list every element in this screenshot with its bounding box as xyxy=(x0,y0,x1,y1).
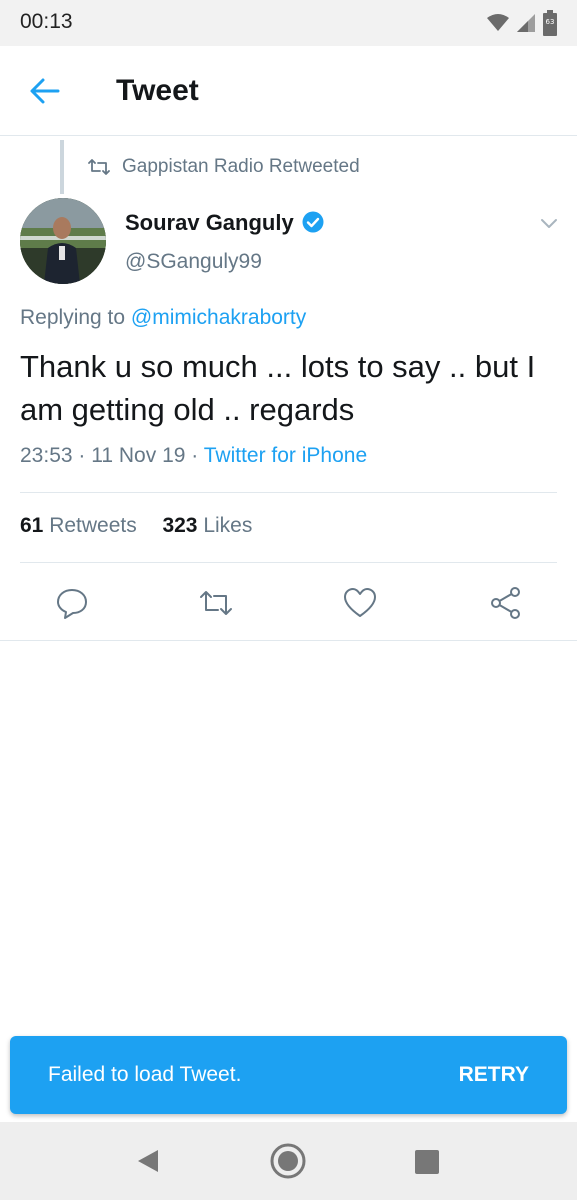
like-count: 323 xyxy=(162,514,198,537)
like-icon xyxy=(344,588,376,617)
share-button[interactable] xyxy=(488,585,524,621)
status-time: 00:13 xyxy=(20,10,73,33)
thread-line xyxy=(60,140,64,194)
like-stat[interactable]: 323 Likes xyxy=(162,514,252,537)
error-snackbar: Failed to load Tweet. RETRY xyxy=(10,1036,567,1114)
tweet-stats: 61 Retweets 323 Likes xyxy=(20,514,252,538)
tweet-date: 11 Nov 19 xyxy=(91,444,186,467)
retry-button[interactable]: RETRY xyxy=(459,1063,529,1087)
back-arrow-icon xyxy=(30,78,60,104)
avatar[interactable] xyxy=(20,198,106,284)
page-title: Tweet xyxy=(116,74,199,107)
reply-button[interactable] xyxy=(54,585,90,621)
author-name[interactable]: Sourav Ganguly xyxy=(125,210,294,236)
tweet-text: Thank u so much ... lots to say .. but I… xyxy=(20,349,536,427)
divider xyxy=(20,562,557,563)
retweet-label: Retweets xyxy=(49,514,137,537)
retweet-icon xyxy=(88,159,110,175)
snackbar-message: Failed to load Tweet. xyxy=(48,1063,242,1086)
app-header: Tweet xyxy=(0,46,577,136)
reply-icon xyxy=(57,589,87,619)
author-handle[interactable]: @SGanguly99 xyxy=(125,250,262,274)
replying-to: Replying to @mimichakraborty xyxy=(20,306,306,330)
replying-to-link[interactable]: @mimichakraborty xyxy=(131,306,306,329)
home-circle-icon xyxy=(270,1143,306,1179)
system-recents-button[interactable] xyxy=(414,1149,440,1180)
retweet-stat[interactable]: 61 Retweets xyxy=(20,514,137,537)
wifi-icon xyxy=(487,14,509,31)
like-label: Likes xyxy=(203,514,253,537)
meta-separator: · xyxy=(78,444,86,467)
avatar-image xyxy=(20,198,106,284)
status-bar: 00:13 63 xyxy=(0,0,577,46)
tweet-source[interactable]: Twitter for iPhone xyxy=(204,444,367,467)
replying-to-prefix: Replying to xyxy=(20,306,126,329)
meta-separator: · xyxy=(191,444,199,467)
system-nav-bar xyxy=(0,1122,577,1200)
battery-icon: 63 xyxy=(543,10,557,36)
tweet-time: 23:53 xyxy=(20,444,73,467)
tweet-meta: 23:53 · 11 Nov 19 · Twitter for iPhone xyxy=(20,444,367,468)
retweet-context-text: Gappistan Radio Retweeted xyxy=(122,156,360,177)
retweet-icon xyxy=(200,591,232,615)
back-button[interactable] xyxy=(28,76,62,106)
like-button[interactable] xyxy=(342,585,378,621)
verified-badge-icon xyxy=(302,211,324,233)
divider xyxy=(20,492,557,493)
status-icons: 63 xyxy=(487,10,557,36)
retweet-context[interactable]: Gappistan Radio Retweeted xyxy=(88,154,360,180)
system-back-button[interactable] xyxy=(134,1147,162,1180)
action-bar xyxy=(0,585,577,621)
recents-square-icon xyxy=(415,1150,439,1174)
divider xyxy=(0,640,577,641)
chevron-down-icon[interactable] xyxy=(538,212,560,234)
back-triangle-icon xyxy=(138,1150,158,1172)
signal-icon xyxy=(517,14,535,32)
share-icon xyxy=(491,587,520,619)
system-home-button[interactable] xyxy=(269,1142,307,1185)
retweet-button[interactable] xyxy=(198,585,234,621)
retweet-count: 61 xyxy=(20,514,44,537)
battery-level: 63 xyxy=(546,18,555,26)
